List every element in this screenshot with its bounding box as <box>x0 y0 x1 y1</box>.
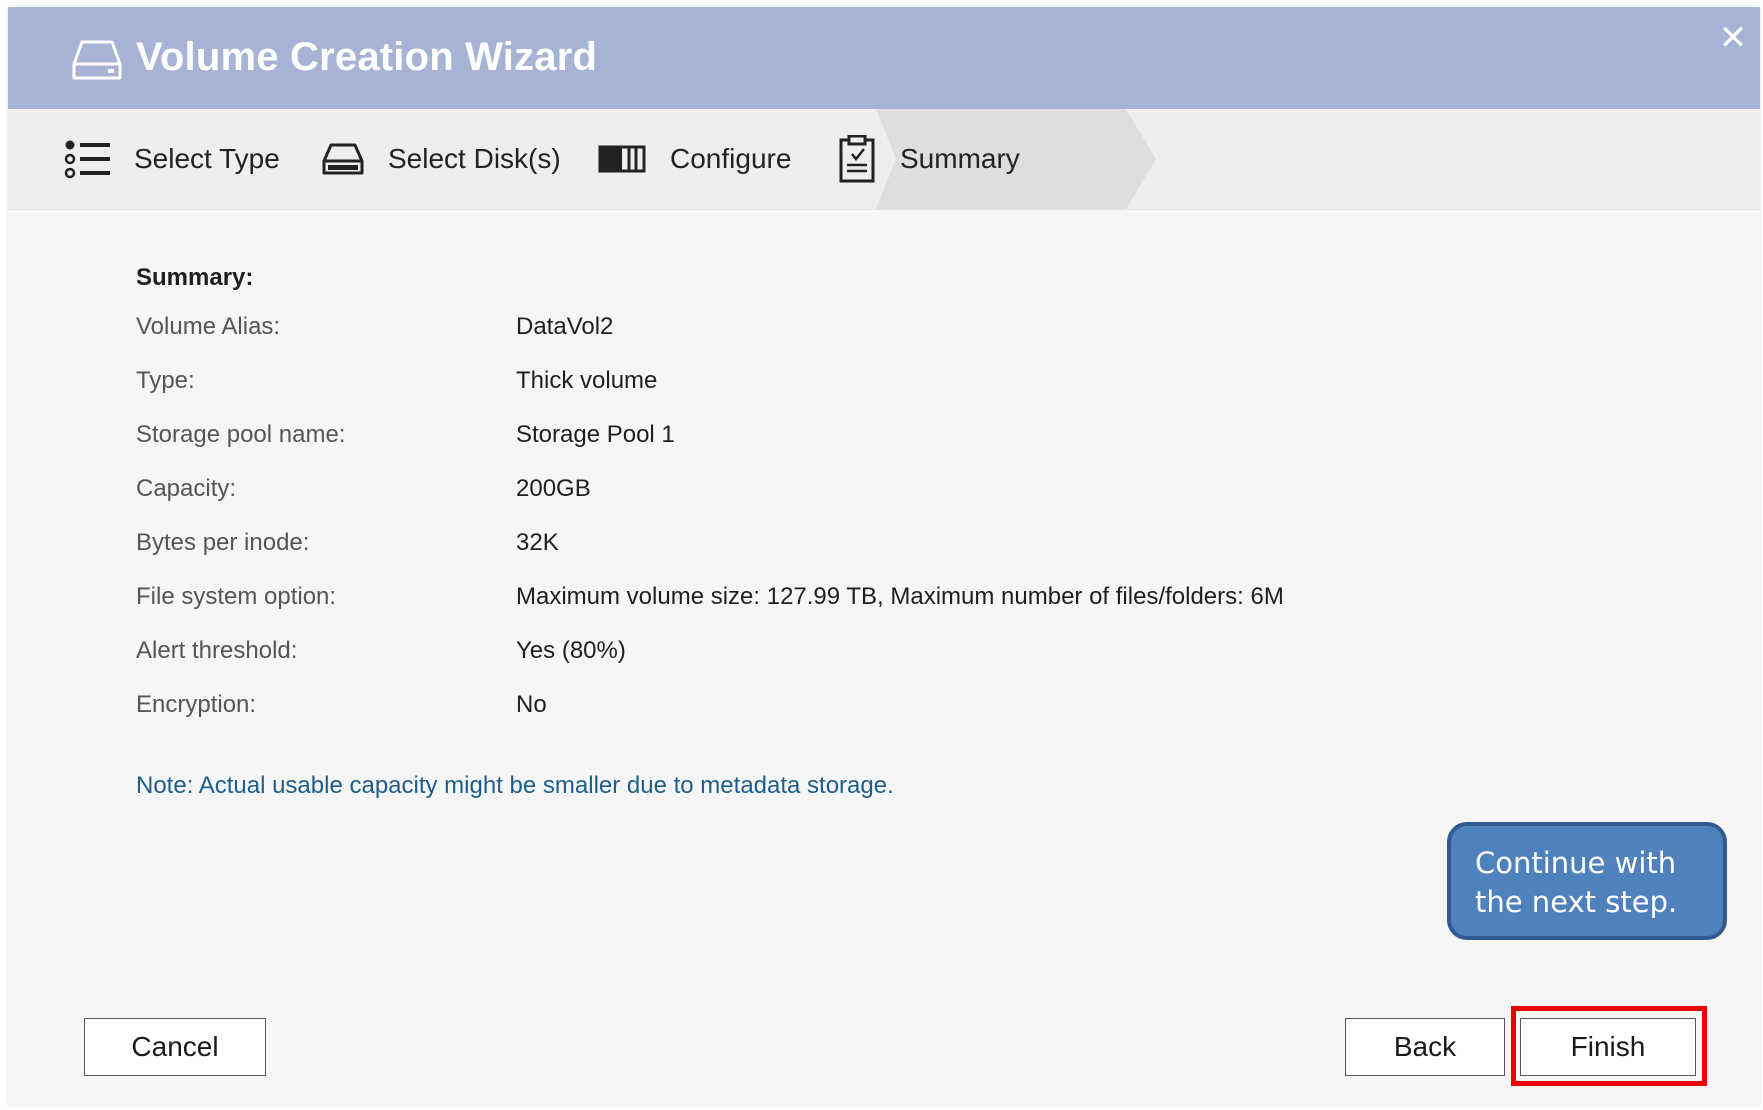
row-label: Volume Alias: <box>136 313 281 340</box>
row-label: Type: <box>136 367 195 394</box>
callout-line: Continue with <box>1475 846 1677 880</box>
close-button[interactable]: ✕ <box>1716 21 1750 55</box>
clipboard-check-icon <box>839 135 875 183</box>
row-value: Yes (80%) <box>516 637 626 664</box>
row-value: Thick volume <box>516 367 658 394</box>
row-label: Capacity: <box>136 475 237 502</box>
wizard-steps: Select Type Select Disk(s) Configure Sum… <box>8 109 1760 210</box>
step-label: Summary <box>900 143 1020 174</box>
summary-heading: Summary: <box>136 264 254 291</box>
row-value: No <box>516 691 547 718</box>
dialog-title: Volume Creation Wizard <box>136 35 598 79</box>
step-label: Select Disk(s) <box>388 143 561 174</box>
row-value: Maximum volume size: 127.99 TB, Maximum … <box>516 583 1284 610</box>
back-button[interactable]: Back <box>1345 1018 1505 1076</box>
callout-line: the next step. <box>1475 885 1678 919</box>
cancel-button[interactable]: Cancel <box>84 1018 266 1076</box>
step-label: Configure <box>670 143 792 174</box>
row-label: Alert threshold: <box>136 637 298 664</box>
step-select-type[interactable]: Select Type <box>64 109 280 209</box>
step-configure[interactable]: Configure <box>598 109 791 209</box>
instruction-callout: Continue with the next step. <box>1447 822 1727 940</box>
capacity-note: Note: Actual usable capacity might be sm… <box>136 772 894 799</box>
summary-row-capacity: Capacity: 200GB <box>136 475 1536 515</box>
step-label: Select Type <box>134 143 280 174</box>
disk-icon <box>322 143 364 175</box>
configure-icon <box>598 145 646 173</box>
row-value: DataVol2 <box>516 313 614 340</box>
summary-panel: Summary: Volume Alias: DataVol2 Type: Th… <box>8 210 1760 1105</box>
row-label: Storage pool name: <box>136 421 346 448</box>
hard-drive-icon <box>72 40 122 80</box>
row-value: 200GB <box>516 475 591 502</box>
step-select-disks[interactable]: Select Disk(s) <box>322 109 561 209</box>
title-bar: Volume Creation Wizard ✕ <box>8 7 1760 109</box>
row-label: Encryption: <box>136 691 257 718</box>
summary-row-volume-alias: Volume Alias: DataVol2 <box>136 313 1536 353</box>
row-value: 32K <box>516 529 559 556</box>
finish-button[interactable]: Finish <box>1520 1018 1696 1076</box>
summary-row-alert-threshold: Alert threshold: Yes (80%) <box>136 637 1536 677</box>
row-label: File system option: <box>136 583 337 610</box>
row-value: Storage Pool 1 <box>516 421 675 448</box>
summary-row-bytes-per-inode: Bytes per inode: 32K <box>136 529 1536 569</box>
summary-row-storage-pool: Storage pool name: Storage Pool 1 <box>136 421 1536 461</box>
summary-row-file-system-option: File system option: Maximum volume size:… <box>136 583 1536 623</box>
list-icon <box>64 140 110 179</box>
step-summary[interactable]: Summary <box>838 109 1020 209</box>
volume-creation-wizard-dialog: Volume Creation Wizard ✕ Select Type Sel… <box>8 7 1760 1105</box>
close-icon: ✕ <box>1718 19 1748 57</box>
summary-row-type: Type: Thick volume <box>136 367 1536 407</box>
row-label: Bytes per inode: <box>136 529 310 556</box>
summary-row-encryption: Encryption: No <box>136 691 1536 731</box>
